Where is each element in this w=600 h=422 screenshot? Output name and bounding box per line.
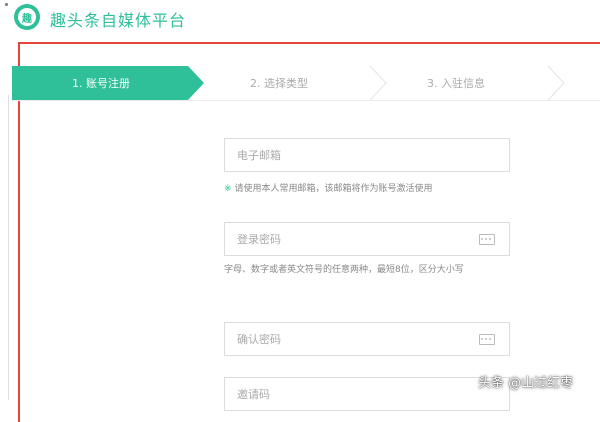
email-hint: ※ 请使用本人常用邮箱，该邮箱将作为账号激活使用 [224,182,524,196]
left-divider [8,95,9,400]
invite-code-input[interactable] [225,378,465,410]
email-field[interactable] [224,138,510,172]
logo-glyph: 趣 [18,8,36,26]
site-title[interactable]: 趣头条自媒体平台 [50,7,186,31]
invite-code-field[interactable] [224,377,510,411]
password-field[interactable] [224,222,510,256]
keyboard-icon[interactable] [479,334,495,345]
hint-mark: ※ [224,184,232,194]
step-chevron-icon [547,66,565,100]
step-label: 3. 入驻信息 [427,77,485,90]
step-label: 2. 选择类型 [250,77,308,90]
step-progress: 1. 账号注册 2. 选择类型 3. 入驻信息 [12,66,600,100]
watermark: 头条 @山过红枣 [478,376,574,391]
email-input[interactable] [225,139,465,171]
confirm-password-input[interactable] [225,323,465,355]
password-hint: 字母、数字或者英文符号的任意两种，最短8位，区分大小写 [224,265,464,275]
confirm-password-field[interactable] [224,322,510,356]
site-header: 趣 趣头条自媒体平台 [0,0,600,38]
logo-icon[interactable]: 趣 [14,4,40,30]
corner-dot [5,3,8,6]
password-input[interactable] [225,223,465,255]
steps-divider [12,100,600,101]
step-label: 1. 账号注册 [72,77,130,90]
keyboard-icon[interactable] [479,234,495,245]
step-entry-info[interactable]: 3. 入驻信息 [427,66,485,100]
step-chevron-icon [369,66,387,100]
email-hint-text: 请使用本人常用邮箱，该邮箱将作为账号激活使用 [234,184,433,194]
step-account-register[interactable]: 1. 账号注册 [12,66,204,100]
step-choose-type[interactable]: 2. 选择类型 [250,66,308,100]
